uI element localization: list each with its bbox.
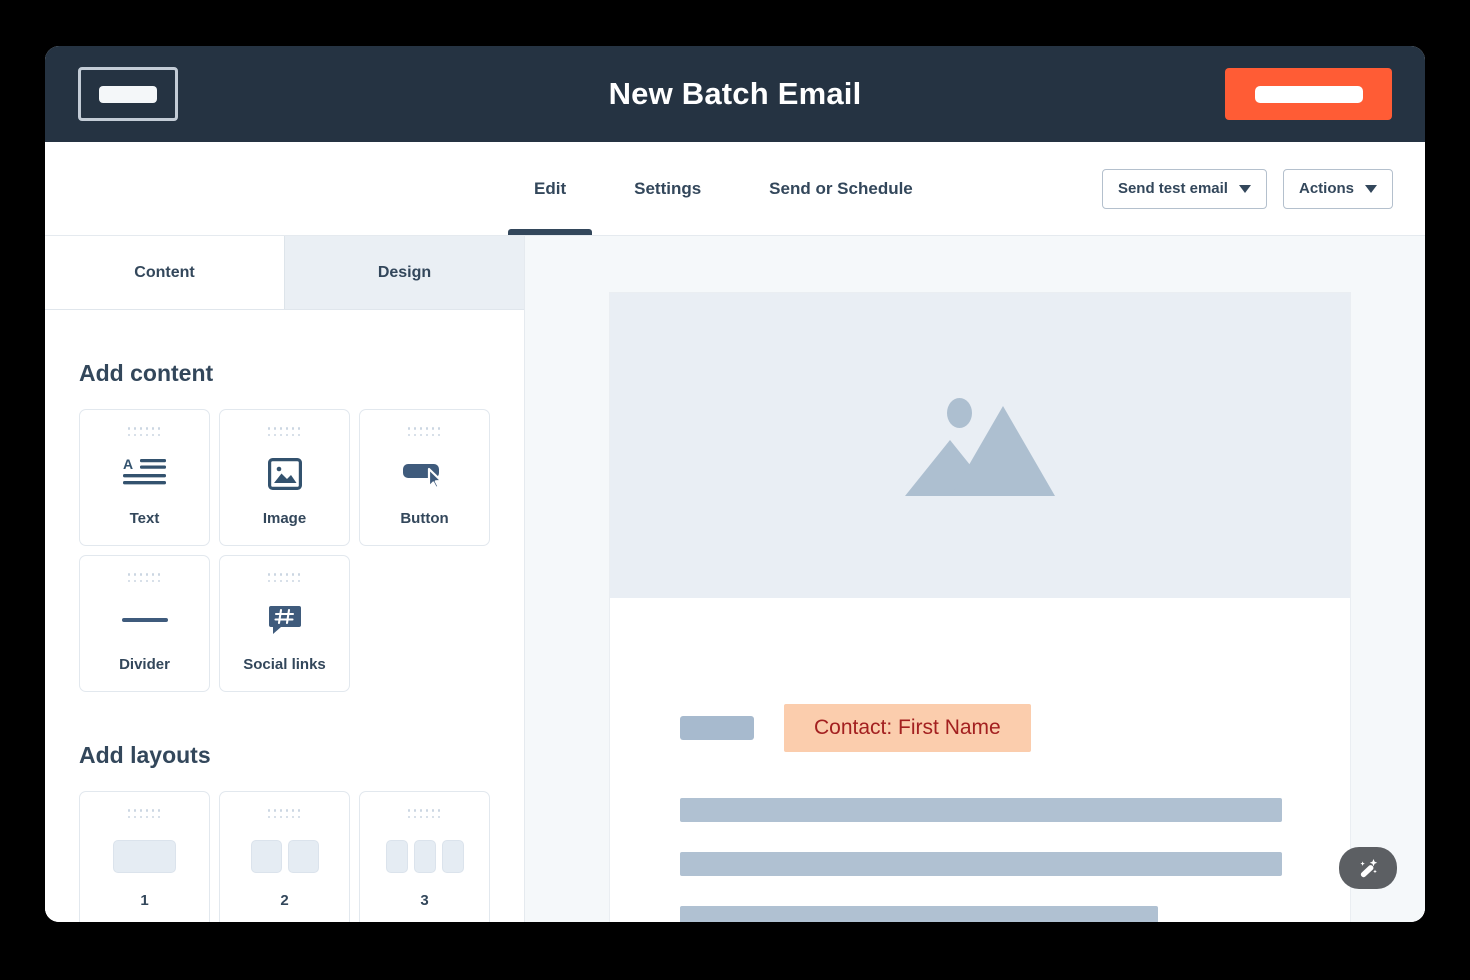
email-preview: Contact: First Name	[609, 292, 1351, 922]
drag-handle-icon[interactable]	[267, 573, 302, 584]
content-card-social-links-label: Social links	[243, 656, 326, 673]
text-icon: A	[80, 438, 209, 510]
layout-card-2-label: 2	[280, 892, 289, 909]
editor-navbar: Edit Settings Send or Schedule Send test…	[45, 142, 1425, 236]
add-content-heading: Add content	[79, 360, 214, 386]
editor-sidebar: Content Design Add content A Text Image …	[45, 236, 525, 922]
primary-action-label-redacted	[1254, 85, 1363, 103]
chevron-down-icon	[1238, 184, 1251, 193]
sidebar-tab-content[interactable]: Content	[45, 236, 284, 309]
editor-body: Content Design Add content A Text Image …	[45, 236, 1425, 922]
drag-handle-icon[interactable]	[267, 809, 302, 820]
content-card-button[interactable]: Button	[359, 409, 490, 546]
actions-button[interactable]: Actions	[1282, 168, 1393, 209]
text-line-placeholder	[680, 906, 1158, 922]
drag-handle-icon[interactable]	[127, 573, 162, 584]
sidebar-tab-design-label: Design	[377, 263, 432, 281]
drag-handle-icon[interactable]	[407, 809, 442, 820]
tab-edit-label: Edit	[534, 178, 567, 198]
drag-handle-icon[interactable]	[127, 427, 162, 438]
add-layouts-grid: 1 2 3	[45, 791, 495, 922]
actions-label: Actions	[1298, 180, 1354, 197]
layout-preview-1-column	[80, 820, 209, 892]
divider-icon	[80, 584, 209, 656]
content-card-image-label: Image	[262, 510, 307, 527]
tab-settings-label: Settings	[634, 178, 702, 198]
primary-action-button[interactable]	[1225, 68, 1392, 120]
send-test-email-label: Send test email	[1117, 180, 1228, 197]
tab-edit[interactable]: Edit	[500, 142, 600, 235]
tab-send-or-schedule-label: Send or Schedule	[769, 178, 913, 198]
button-cursor-icon	[360, 438, 489, 510]
sidebar-tab-list: Content Design	[45, 236, 524, 310]
page-title: New Batch Email	[608, 76, 862, 111]
email-hero-image-module[interactable]	[610, 293, 1350, 598]
add-layouts-heading: Add layouts	[79, 742, 211, 768]
email-greeting-row[interactable]: Contact: First Name	[680, 704, 1280, 752]
content-card-text[interactable]: A Text	[79, 409, 210, 546]
social-links-icon	[220, 584, 349, 656]
layout-preview-2-column	[220, 820, 349, 892]
layout-card-3-label: 3	[420, 892, 429, 909]
drag-handle-icon[interactable]	[267, 427, 302, 438]
add-content-grid: A Text Image Button Divider Social links	[45, 409, 495, 692]
personalization-token[interactable]: Contact: First Name	[784, 704, 1031, 752]
sidebar-tab-content-label: Content	[134, 263, 195, 281]
image-placeholder-icon	[905, 396, 1055, 496]
email-canvas: Contact: First Name	[525, 236, 1425, 922]
content-card-divider-label: Divider	[119, 656, 170, 673]
chevron-down-icon	[1365, 184, 1377, 193]
tab-send-or-schedule[interactable]: Send or Schedule	[735, 142, 947, 235]
sidebar-tab-design[interactable]: Design	[284, 236, 524, 309]
layout-card-2[interactable]: 2	[219, 791, 350, 922]
layout-card-3[interactable]: 3	[359, 791, 490, 922]
content-card-button-label: Button	[400, 510, 449, 527]
send-test-email-button[interactable]: Send test email	[1101, 168, 1267, 209]
text-line-placeholder	[680, 852, 1282, 876]
layout-preview-3-column	[360, 820, 489, 892]
app-window: New Batch Email Edit Settings Send or Sc…	[45, 46, 1425, 922]
nav-tab-list: Edit Settings Send or Schedule	[500, 142, 947, 235]
app-header: New Batch Email	[45, 46, 1425, 142]
layout-card-1-label: 1	[140, 892, 149, 909]
magic-wand-icon	[1360, 859, 1378, 878]
drag-handle-icon[interactable]	[407, 427, 442, 438]
ai-assistant-button[interactable]	[1339, 847, 1397, 889]
svg-text:A: A	[123, 457, 133, 472]
content-card-divider[interactable]: Divider	[79, 555, 210, 692]
content-card-text-label: Text	[129, 510, 160, 527]
content-card-image[interactable]: Image	[219, 409, 350, 546]
greeting-text-placeholder	[680, 716, 754, 740]
tab-settings[interactable]: Settings	[600, 142, 735, 235]
layout-card-1[interactable]: 1	[79, 791, 210, 922]
drag-handle-icon[interactable]	[127, 809, 162, 820]
navbar-actions: Send test email Actions	[1101, 142, 1393, 235]
image-icon	[220, 438, 349, 510]
content-card-social-links[interactable]: Social links	[219, 555, 350, 692]
email-body: Contact: First Name	[610, 704, 1350, 922]
text-line-placeholder	[680, 798, 1282, 822]
